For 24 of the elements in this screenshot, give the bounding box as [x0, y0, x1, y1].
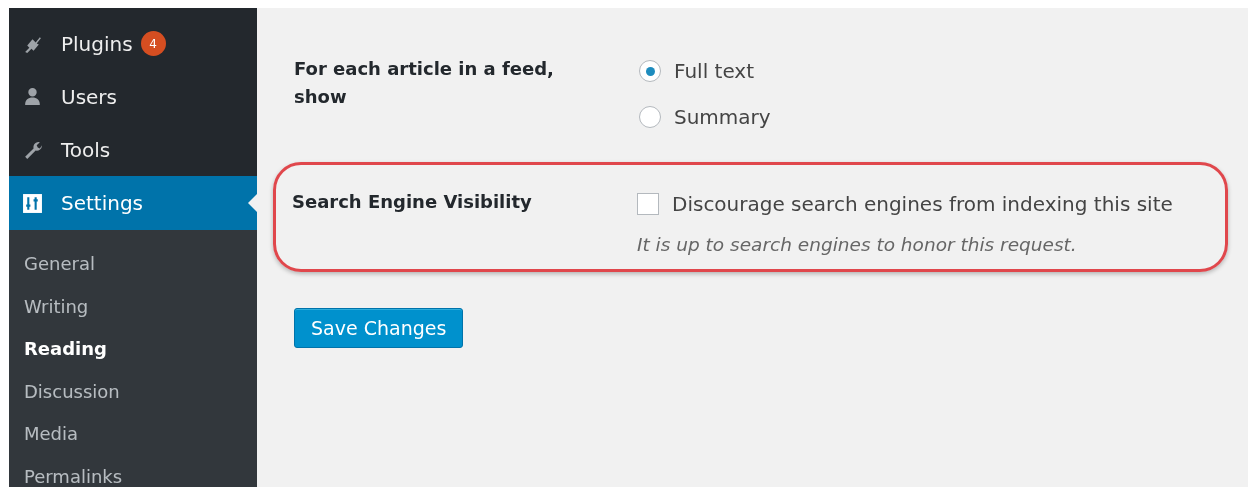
radio-button[interactable] [639, 60, 661, 82]
menu-item[interactable]: Users [9, 70, 257, 123]
submenu-item[interactable]: General [9, 249, 257, 292]
submenu-item[interactable]: Discussion [9, 376, 257, 419]
menu-item[interactable]: Settings [9, 176, 257, 230]
option-label: Summary [674, 105, 771, 129]
submenu-item[interactable]: Reading [9, 334, 257, 377]
menu-item[interactable]: Tools [9, 123, 257, 176]
wrench-icon [22, 139, 43, 160]
save-button[interactable]: Save Changes [294, 308, 464, 348]
setting-label: Search Engine Visibility [292, 190, 533, 214]
option-label: Full text [674, 59, 755, 83]
submenu-item[interactable]: Permalinks [9, 461, 257, 487]
description-text: It is up to search engines to honor this request. [637, 234, 1078, 255]
checkbox[interactable] [637, 193, 659, 215]
submenu-item[interactable]: Media [9, 419, 257, 462]
settings-icon [22, 192, 43, 214]
update-count-badge: 4 [140, 31, 166, 56]
submenu-item[interactable]: Writing [9, 291, 257, 334]
menu-item[interactable]: Plugins 4 [9, 17, 257, 70]
radio-button[interactable] [639, 106, 661, 128]
user-icon [22, 86, 43, 107]
setting-label: For each article in a feed, show [294, 57, 555, 109]
option-label: Discourage search engines from indexing this site [672, 192, 1173, 216]
